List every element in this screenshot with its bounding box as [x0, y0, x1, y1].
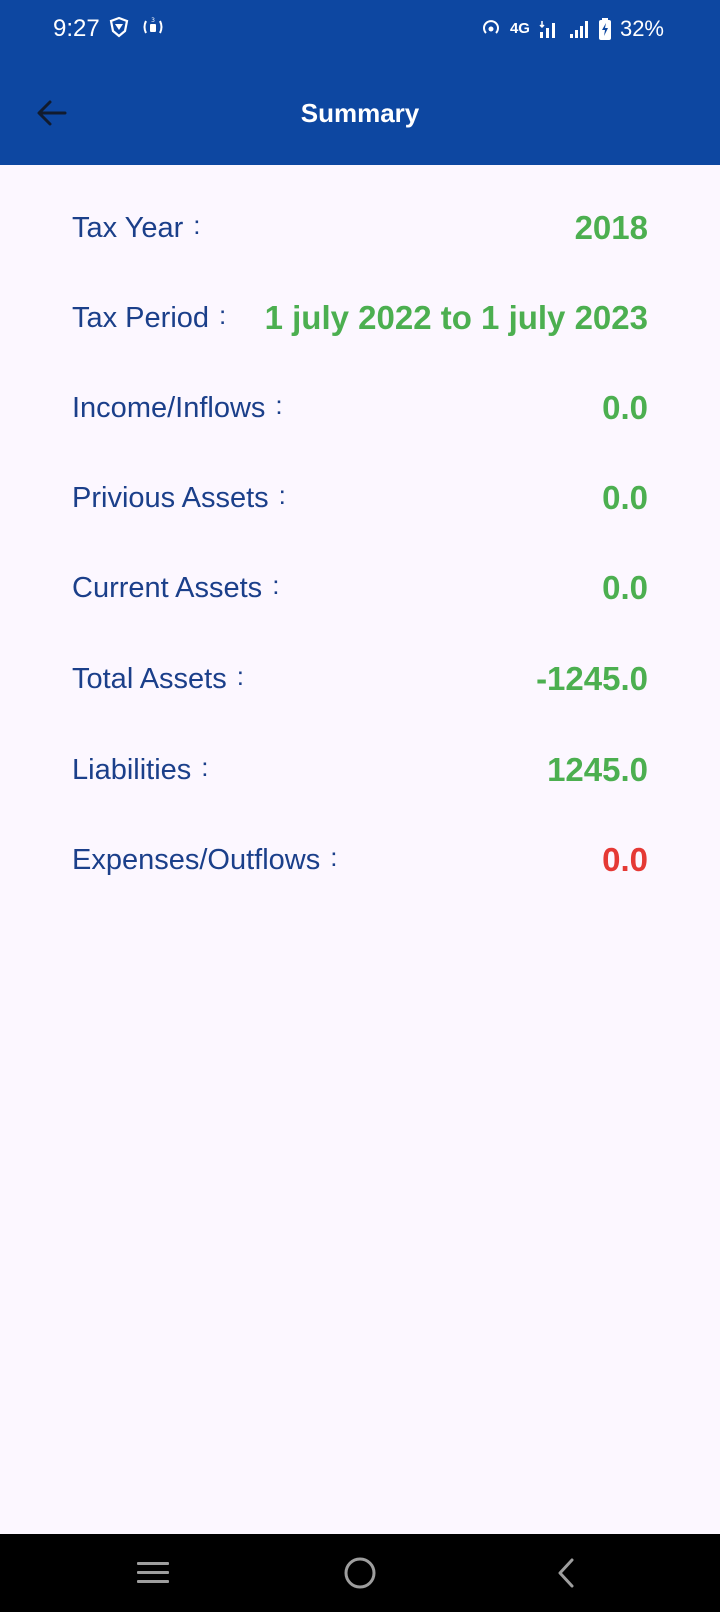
status-time: 9:27 [53, 15, 100, 42]
row-label: Income/Inflows [72, 392, 266, 424]
row-label: Privious Assets [72, 482, 269, 514]
status-bar: 9:27 3 4G 32% [0, 0, 720, 62]
status-right-icons: 4G 32% [480, 14, 664, 44]
summary-row-liabilities: Liabilities: 1245.0 [72, 745, 648, 795]
row-label: Total Assets [72, 663, 227, 695]
row-label: Liabilities [72, 754, 192, 786]
summary-row-tax-year: Tax Year: 2018 [72, 203, 648, 253]
page-title: Summary [300, 98, 420, 128]
row-value: 0.0 [602, 389, 648, 426]
app-bar: Summary [0, 62, 720, 165]
row-value: 0.0 [602, 841, 648, 878]
row-value: -1245.0 [536, 660, 648, 697]
battery-charging-icon [598, 18, 611, 40]
row-value: 1245.0 [547, 751, 648, 788]
row-colon: : [278, 480, 286, 510]
row-colon: : [272, 570, 280, 600]
row-label: Tax Period [72, 302, 210, 334]
vibrate-icon: 3 [143, 17, 163, 34]
network-type: 4G [509, 20, 530, 37]
row-colon: : [330, 842, 338, 872]
row-colon: : [236, 661, 244, 691]
back-icon [558, 1558, 574, 1588]
summary-row-current-assets: Current Assets: 0.0 [72, 563, 648, 613]
summary-row-total-assets: Total Assets: -1245.0 [72, 654, 648, 704]
menu-icon [137, 1562, 169, 1583]
hotspot-icon [483, 20, 499, 34]
signal-icon [539, 21, 555, 38]
row-colon: : [275, 390, 283, 420]
row-value: 0.0 [602, 569, 648, 606]
status-left-icons: 3 [108, 16, 166, 38]
row-colon: : [193, 210, 201, 240]
row-value: 0.0 [602, 479, 648, 516]
summary-row-previous-assets: Privious Assets: 0.0 [72, 473, 648, 523]
row-label: Expenses/Outflows [72, 844, 321, 876]
battery-percent: 32% [619, 16, 664, 41]
summary-row-tax-period: Tax Period: 1 july 2022 to 1 july 2023 [72, 293, 648, 343]
shield-icon [109, 16, 129, 38]
row-label: Tax Year [72, 212, 184, 244]
row-label: Current Assets [72, 572, 263, 604]
recents-button[interactable] [131, 1551, 175, 1595]
home-icon [344, 1557, 376, 1589]
signal-icon [569, 21, 588, 38]
row-colon: : [201, 752, 209, 782]
row-value: 1 july 2022 to 1 july 2023 [264, 299, 648, 336]
home-button[interactable] [338, 1551, 382, 1595]
system-back-button[interactable] [545, 1551, 589, 1595]
row-value: 2018 [574, 209, 648, 246]
system-nav-bar [0, 1534, 720, 1612]
row-colon: : [219, 300, 227, 330]
svg-text:3: 3 [151, 17, 155, 24]
summary-row-expenses: Expenses/Outflows: 0.0 [72, 835, 648, 885]
summary-row-income: Income/Inflows: 0.0 [72, 383, 648, 433]
